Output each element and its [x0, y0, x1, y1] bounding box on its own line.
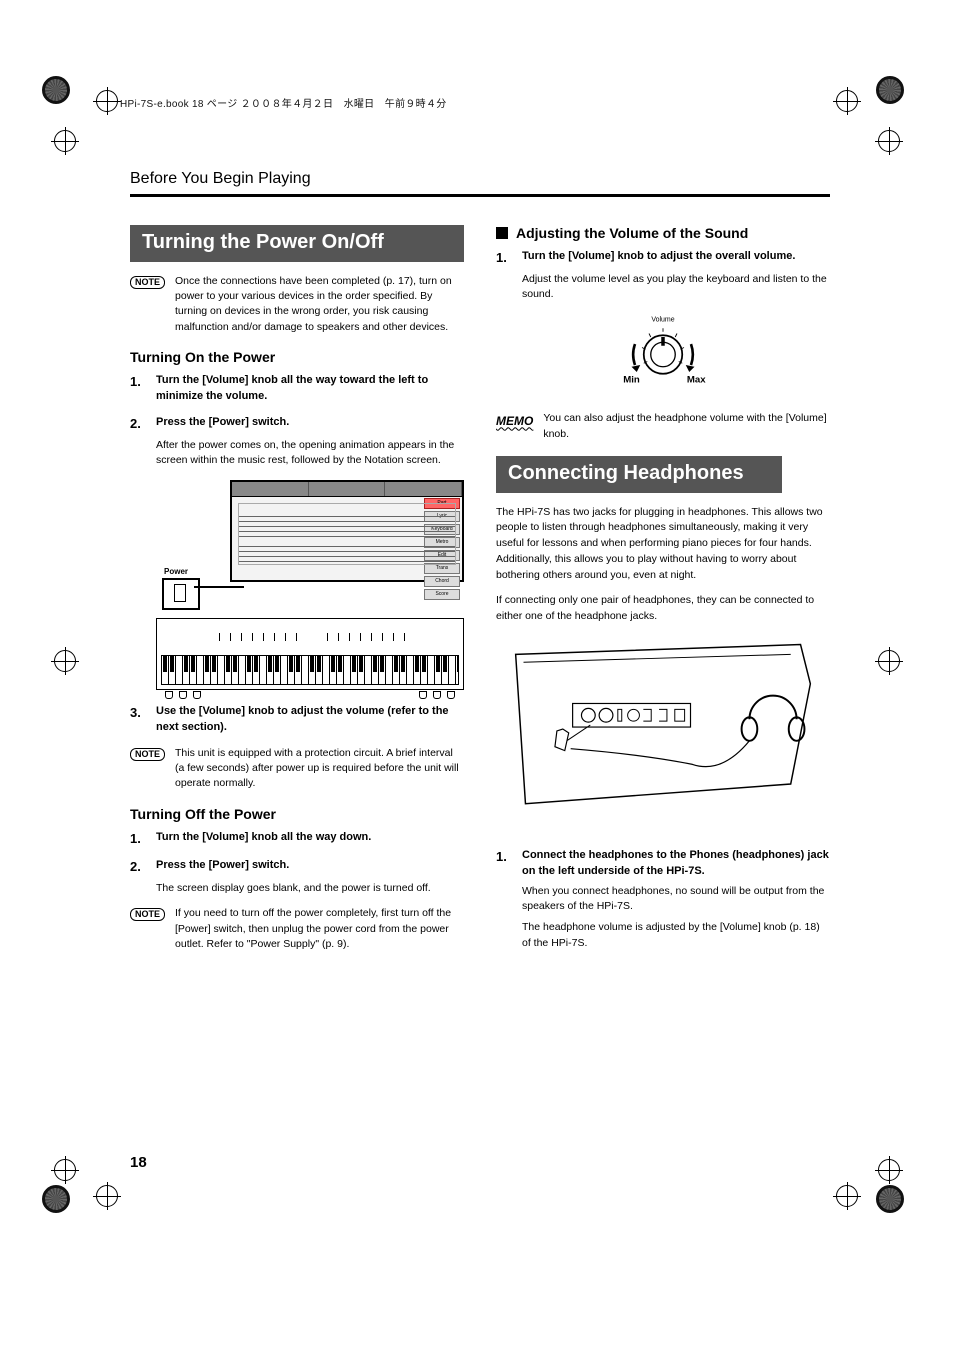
running-header: HPi-7S-e.book 18 ページ ２００８年４月２日 水曜日 午前９時４…	[120, 95, 447, 110]
step-hp-1-body2: The headphone volume is adjusted by the …	[496, 920, 830, 950]
step-on-3: Use the [Volume] knob to adjust the volu…	[130, 704, 464, 736]
piano-body-icon	[156, 618, 464, 690]
page: HPi-7S-e.book 18 ページ ２００８年４月２日 水曜日 午前９時４…	[0, 0, 954, 1351]
step-hp-1-body1: When you connect headphones, no sound wi…	[496, 884, 830, 914]
crop-mark-icon	[876, 1185, 912, 1221]
callout-line-icon	[194, 586, 244, 588]
banner-power: Turning the Power On/Off	[130, 225, 464, 262]
step-off-2-body: The screen display goes blank, and the p…	[130, 881, 464, 896]
register-mark-icon	[878, 650, 900, 672]
screen-btn: Chord	[424, 576, 460, 587]
headphones-para-1: The HPi-7S has two jacks for plugging in…	[496, 505, 830, 584]
note-intro: NOTE Once the connections have been comp…	[130, 274, 464, 335]
memo-badge: MEMO	[496, 413, 533, 430]
steps-adjust-volume: Turn the [Volume] knob to adjust the ove…	[496, 249, 830, 302]
steps-headphones: Connect the headphones to the Phones (he…	[496, 848, 830, 951]
figure-headphone-jack	[496, 635, 830, 830]
note-badge: NOTE	[130, 748, 165, 761]
register-mark-icon	[96, 90, 118, 112]
register-mark-icon	[878, 130, 900, 152]
step-on-2-body: After the power comes on, the opening an…	[130, 438, 464, 468]
notation-screen-icon: Part Lyric Keyboard Metro Edit Trans Cho…	[230, 480, 464, 582]
power-switch-icon	[162, 578, 200, 610]
step-on-2: Press the [Power] switch. After the powe…	[130, 415, 464, 690]
register-mark-icon	[836, 1185, 858, 1207]
step-hp-1: Connect the headphones to the Phones (he…	[496, 848, 830, 951]
register-mark-icon	[54, 650, 76, 672]
right-column: Adjusting the Volume of the Sound Turn t…	[496, 225, 830, 966]
screen-btn: Score	[424, 589, 460, 600]
knob-min-label: Min	[623, 375, 640, 386]
crop-mark-icon	[42, 76, 78, 112]
steps-turning-off: Turn the [Volume] knob all the way down.…	[130, 830, 464, 897]
figure-volume-knob: Volume	[496, 312, 830, 395]
memo-headphone-volume: MEMO You can also adjust the headphone v…	[496, 411, 830, 441]
step-on-3-head: Use the [Volume] knob to adjust the volu…	[156, 704, 464, 736]
note-unplug: NOTE If you need to turn off the power c…	[130, 906, 464, 952]
step-hp-1-head: Connect the headphones to the Phones (he…	[522, 848, 830, 880]
figure-power-switch: Part Lyric Keyboard Metro Edit Trans Cho…	[156, 480, 464, 690]
step-vol-1-head: Turn the [Volume] knob to adjust the ove…	[522, 249, 795, 268]
memo-text: You can also adjust the headphone volume…	[543, 411, 830, 441]
left-column: Turning the Power On/Off NOTE Once the c…	[130, 225, 464, 966]
volume-knob-icon: Volume	[593, 312, 733, 390]
steps-turning-on: Turn the [Volume] knob all the way towar…	[130, 373, 464, 736]
banner-headphones: Connecting Headphones	[496, 456, 782, 493]
register-mark-icon	[836, 90, 858, 112]
page-number: 18	[130, 1154, 147, 1171]
note-protection: NOTE This unit is equipped with a protec…	[130, 746, 464, 792]
register-mark-icon	[54, 130, 76, 152]
section-title: Before You Begin Playing	[130, 170, 830, 188]
headphones-para-2: If connecting only one pair of headphone…	[496, 593, 830, 625]
heading-adjust-volume: Adjusting the Volume of the Sound	[496, 225, 830, 241]
note-badge: NOTE	[130, 908, 165, 921]
content-area: Before You Begin Playing Turning the Pow…	[130, 170, 830, 966]
step-on-2-head: Press the [Power] switch.	[156, 415, 289, 434]
step-off-2-head: Press the [Power] switch.	[156, 858, 289, 877]
knob-max-label: Max	[687, 375, 706, 386]
step-on-1: Turn the [Volume] knob all the way towar…	[130, 373, 464, 405]
step-off-2: Press the [Power] switch. The screen dis…	[130, 858, 464, 896]
note-unplug-text: If you need to turn off the power comple…	[175, 906, 464, 952]
headphone-jack-icon	[496, 635, 830, 825]
step-vol-1: Turn the [Volume] knob to adjust the ove…	[496, 249, 830, 302]
note-protection-text: This unit is equipped with a protection …	[175, 746, 464, 792]
heading-turning-on: Turning On the Power	[130, 349, 464, 365]
knob-label: Volume	[651, 317, 674, 324]
step-off-1: Turn the [Volume] knob all the way down.	[130, 830, 464, 849]
crop-mark-icon	[876, 76, 912, 112]
section-rule	[130, 194, 830, 197]
register-mark-icon	[878, 1159, 900, 1181]
crop-mark-icon	[42, 1185, 78, 1221]
step-vol-1-body: Adjust the volume level as you play the …	[496, 272, 830, 302]
heading-turning-off: Turning Off the Power	[130, 806, 464, 822]
power-label: Power	[164, 566, 188, 578]
register-mark-icon	[54, 1159, 76, 1181]
step-on-1-head: Turn the [Volume] knob all the way towar…	[156, 373, 464, 405]
step-off-1-head: Turn the [Volume] knob all the way down.	[156, 830, 371, 849]
register-mark-icon	[96, 1185, 118, 1207]
note-intro-text: Once the connections have been completed…	[175, 274, 464, 335]
note-badge: NOTE	[130, 276, 165, 289]
